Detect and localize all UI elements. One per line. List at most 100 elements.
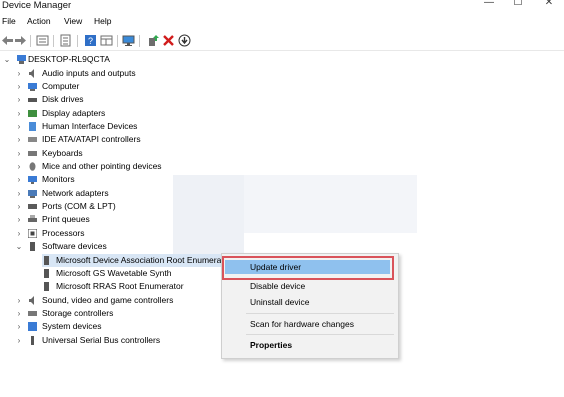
category-label: Software devices bbox=[42, 241, 107, 251]
device-item-selected[interactable]: Microsoft Device Association Root Enumer… bbox=[42, 254, 239, 267]
monitor-icon bbox=[28, 176, 37, 184]
show-hidden-icon[interactable] bbox=[59, 34, 72, 47]
tree-root-label: DESKTOP-RL9QCTA bbox=[28, 54, 110, 64]
category-label: Mice and other pointing devices bbox=[42, 161, 162, 171]
svg-text:?: ? bbox=[88, 36, 93, 46]
category-label: Ports (COM & LPT) bbox=[42, 201, 116, 211]
software-device-icon bbox=[30, 242, 35, 251]
close-button[interactable]: ✕ bbox=[534, 0, 564, 11]
chevron-down-icon[interactable]: ⌄ bbox=[15, 240, 23, 253]
category-label: Computer bbox=[42, 81, 80, 91]
chevron-right-icon[interactable]: › bbox=[15, 320, 23, 333]
speaker-icon bbox=[29, 69, 34, 78]
port-icon bbox=[28, 204, 37, 209]
toolbar-separator bbox=[117, 35, 118, 47]
back-icon[interactable] bbox=[1, 34, 14, 47]
device-label: Microsoft RRAS Root Enumerator bbox=[56, 281, 184, 291]
context-item-properties[interactable]: Properties bbox=[222, 338, 398, 352]
chevron-right-icon[interactable]: › bbox=[15, 67, 23, 80]
menu-action[interactable]: Action bbox=[27, 16, 51, 26]
window-title: Device Manager bbox=[2, 0, 72, 11]
category-label: IDE ATA/ATAPI controllers bbox=[42, 134, 141, 144]
chevron-down-icon[interactable]: ⌄ bbox=[3, 53, 11, 66]
toolbar-separator bbox=[30, 35, 31, 47]
software-device-icon bbox=[44, 256, 49, 265]
update-driver-icon[interactable] bbox=[147, 34, 160, 47]
chevron-right-icon[interactable]: › bbox=[15, 107, 23, 120]
mouse-icon bbox=[29, 162, 36, 171]
monitor-icon[interactable] bbox=[122, 34, 135, 47]
chevron-right-icon[interactable]: › bbox=[15, 120, 23, 133]
storage-controller-icon bbox=[28, 311, 37, 316]
menu-file[interactable]: File bbox=[2, 16, 16, 26]
annotation-highlight-box bbox=[222, 256, 394, 280]
category-label: Audio inputs and outputs bbox=[42, 68, 136, 78]
chevron-right-icon[interactable]: › bbox=[15, 307, 23, 320]
display-adapter-icon bbox=[28, 110, 37, 117]
context-item-disable-device[interactable]: Disable device bbox=[222, 279, 398, 293]
uninstall-icon[interactable] bbox=[162, 34, 175, 47]
category-label: Network adapters bbox=[42, 188, 109, 198]
category-label: Processors bbox=[42, 228, 85, 238]
toolbar-separator bbox=[77, 35, 78, 47]
help-icon[interactable]: ? bbox=[84, 34, 97, 47]
title-bar: Device Manager — ☐ ✕ bbox=[0, 0, 564, 13]
usb-icon bbox=[31, 336, 34, 345]
chevron-right-icon[interactable]: › bbox=[15, 213, 23, 226]
category-label: Disk drives bbox=[42, 94, 84, 104]
printer-icon bbox=[28, 215, 37, 222]
chevron-right-icon[interactable]: › bbox=[15, 227, 23, 240]
system-devices-icon bbox=[28, 322, 37, 331]
device-label: Microsoft GS Wavetable Synth bbox=[56, 268, 172, 278]
menu-separator bbox=[246, 313, 394, 314]
context-item-uninstall-device[interactable]: Uninstall device bbox=[222, 295, 398, 309]
forward-icon[interactable] bbox=[14, 34, 27, 47]
background-artifact bbox=[244, 175, 417, 233]
device-label: Microsoft Device Association Root Enumer… bbox=[56, 255, 232, 265]
minimize-button[interactable]: — bbox=[474, 0, 504, 11]
chevron-right-icon[interactable]: › bbox=[15, 173, 23, 186]
chevron-right-icon[interactable]: › bbox=[15, 80, 23, 93]
action-pane-icon[interactable] bbox=[100, 34, 113, 47]
category-label: Human Interface Devices bbox=[42, 121, 138, 131]
category-label: Storage controllers bbox=[42, 308, 114, 318]
download-icon[interactable] bbox=[178, 34, 191, 47]
disk-drive-icon bbox=[28, 98, 37, 102]
category-label: Display adapters bbox=[42, 108, 106, 118]
menu-bar: File Action View Help bbox=[0, 14, 564, 29]
speaker-icon bbox=[29, 296, 34, 305]
chevron-right-icon[interactable]: › bbox=[15, 200, 23, 213]
category-label: Keyboards bbox=[42, 148, 83, 158]
toolbar-separator bbox=[53, 35, 54, 47]
category-label: Print queues bbox=[42, 214, 90, 224]
category-label: Monitors bbox=[42, 174, 75, 184]
chevron-right-icon[interactable]: › bbox=[15, 294, 23, 307]
menu-help[interactable]: Help bbox=[94, 16, 111, 26]
toolbar-separator bbox=[139, 35, 140, 47]
ide-controller-icon bbox=[28, 137, 37, 142]
menu-separator bbox=[246, 334, 394, 335]
computer-icon bbox=[28, 83, 37, 91]
category-label: System devices bbox=[42, 321, 102, 331]
toolbar: ? bbox=[0, 32, 564, 51]
chevron-right-icon[interactable]: › bbox=[15, 133, 23, 146]
category-label: Universal Serial Bus controllers bbox=[42, 335, 161, 345]
hid-icon bbox=[29, 122, 36, 131]
context-item-scan-hardware[interactable]: Scan for hardware changes bbox=[222, 317, 398, 331]
chevron-right-icon[interactable]: › bbox=[15, 334, 23, 347]
computer-icon bbox=[17, 55, 26, 64]
properties-icon[interactable] bbox=[36, 34, 49, 47]
category-label: Sound, video and game controllers bbox=[42, 295, 174, 305]
chevron-right-icon[interactable]: › bbox=[15, 187, 23, 200]
maximize-button[interactable]: ☐ bbox=[503, 0, 533, 11]
menu-view[interactable]: View bbox=[64, 16, 82, 26]
chevron-right-icon[interactable]: › bbox=[15, 160, 23, 173]
chevron-right-icon[interactable]: › bbox=[15, 93, 23, 106]
software-device-icon bbox=[44, 269, 49, 278]
background-artifact bbox=[173, 175, 244, 261]
keyboard-icon bbox=[28, 151, 37, 156]
chevron-right-icon[interactable]: › bbox=[15, 147, 23, 160]
software-device-icon bbox=[44, 282, 49, 291]
processor-icon bbox=[28, 229, 37, 238]
network-adapter-icon bbox=[28, 190, 37, 198]
